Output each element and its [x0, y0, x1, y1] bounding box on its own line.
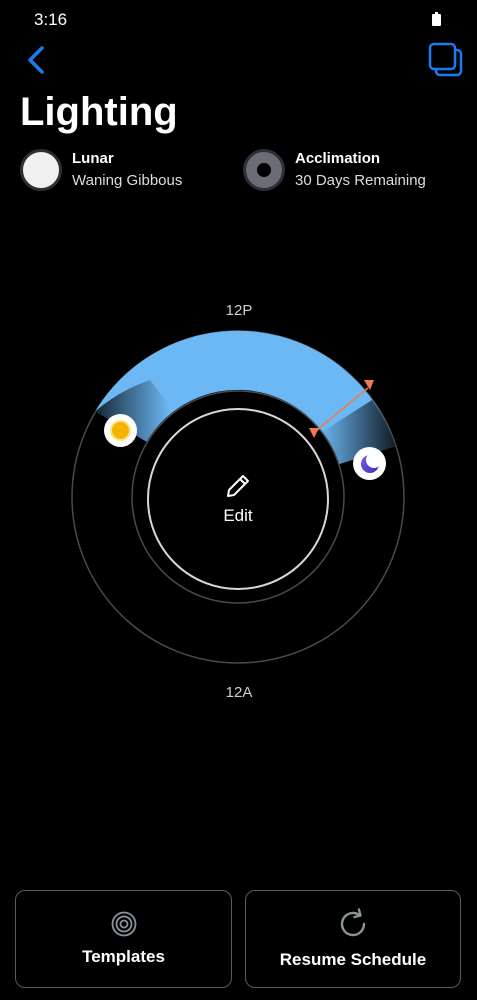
templates-label: Templates: [82, 947, 165, 966]
refresh-icon: [340, 908, 366, 937]
edit-button[interactable]: Edit: [148, 409, 328, 589]
edit-label: Edit: [223, 506, 253, 525]
resume-schedule-label: Resume Schedule: [279, 950, 427, 969]
templates-button[interactable]: Templates: [15, 890, 232, 988]
time-marker-outer: [364, 380, 374, 390]
sun-icon: [112, 422, 129, 439]
pencil-icon: [227, 475, 249, 497]
resume-schedule-button[interactable]: Resume Schedule: [245, 890, 461, 988]
target-icon: [111, 911, 136, 937]
crescent-moon-icon: [360, 452, 381, 473]
sunrise-handle[interactable]: [104, 414, 137, 447]
sunset-handle[interactable]: [353, 447, 386, 480]
